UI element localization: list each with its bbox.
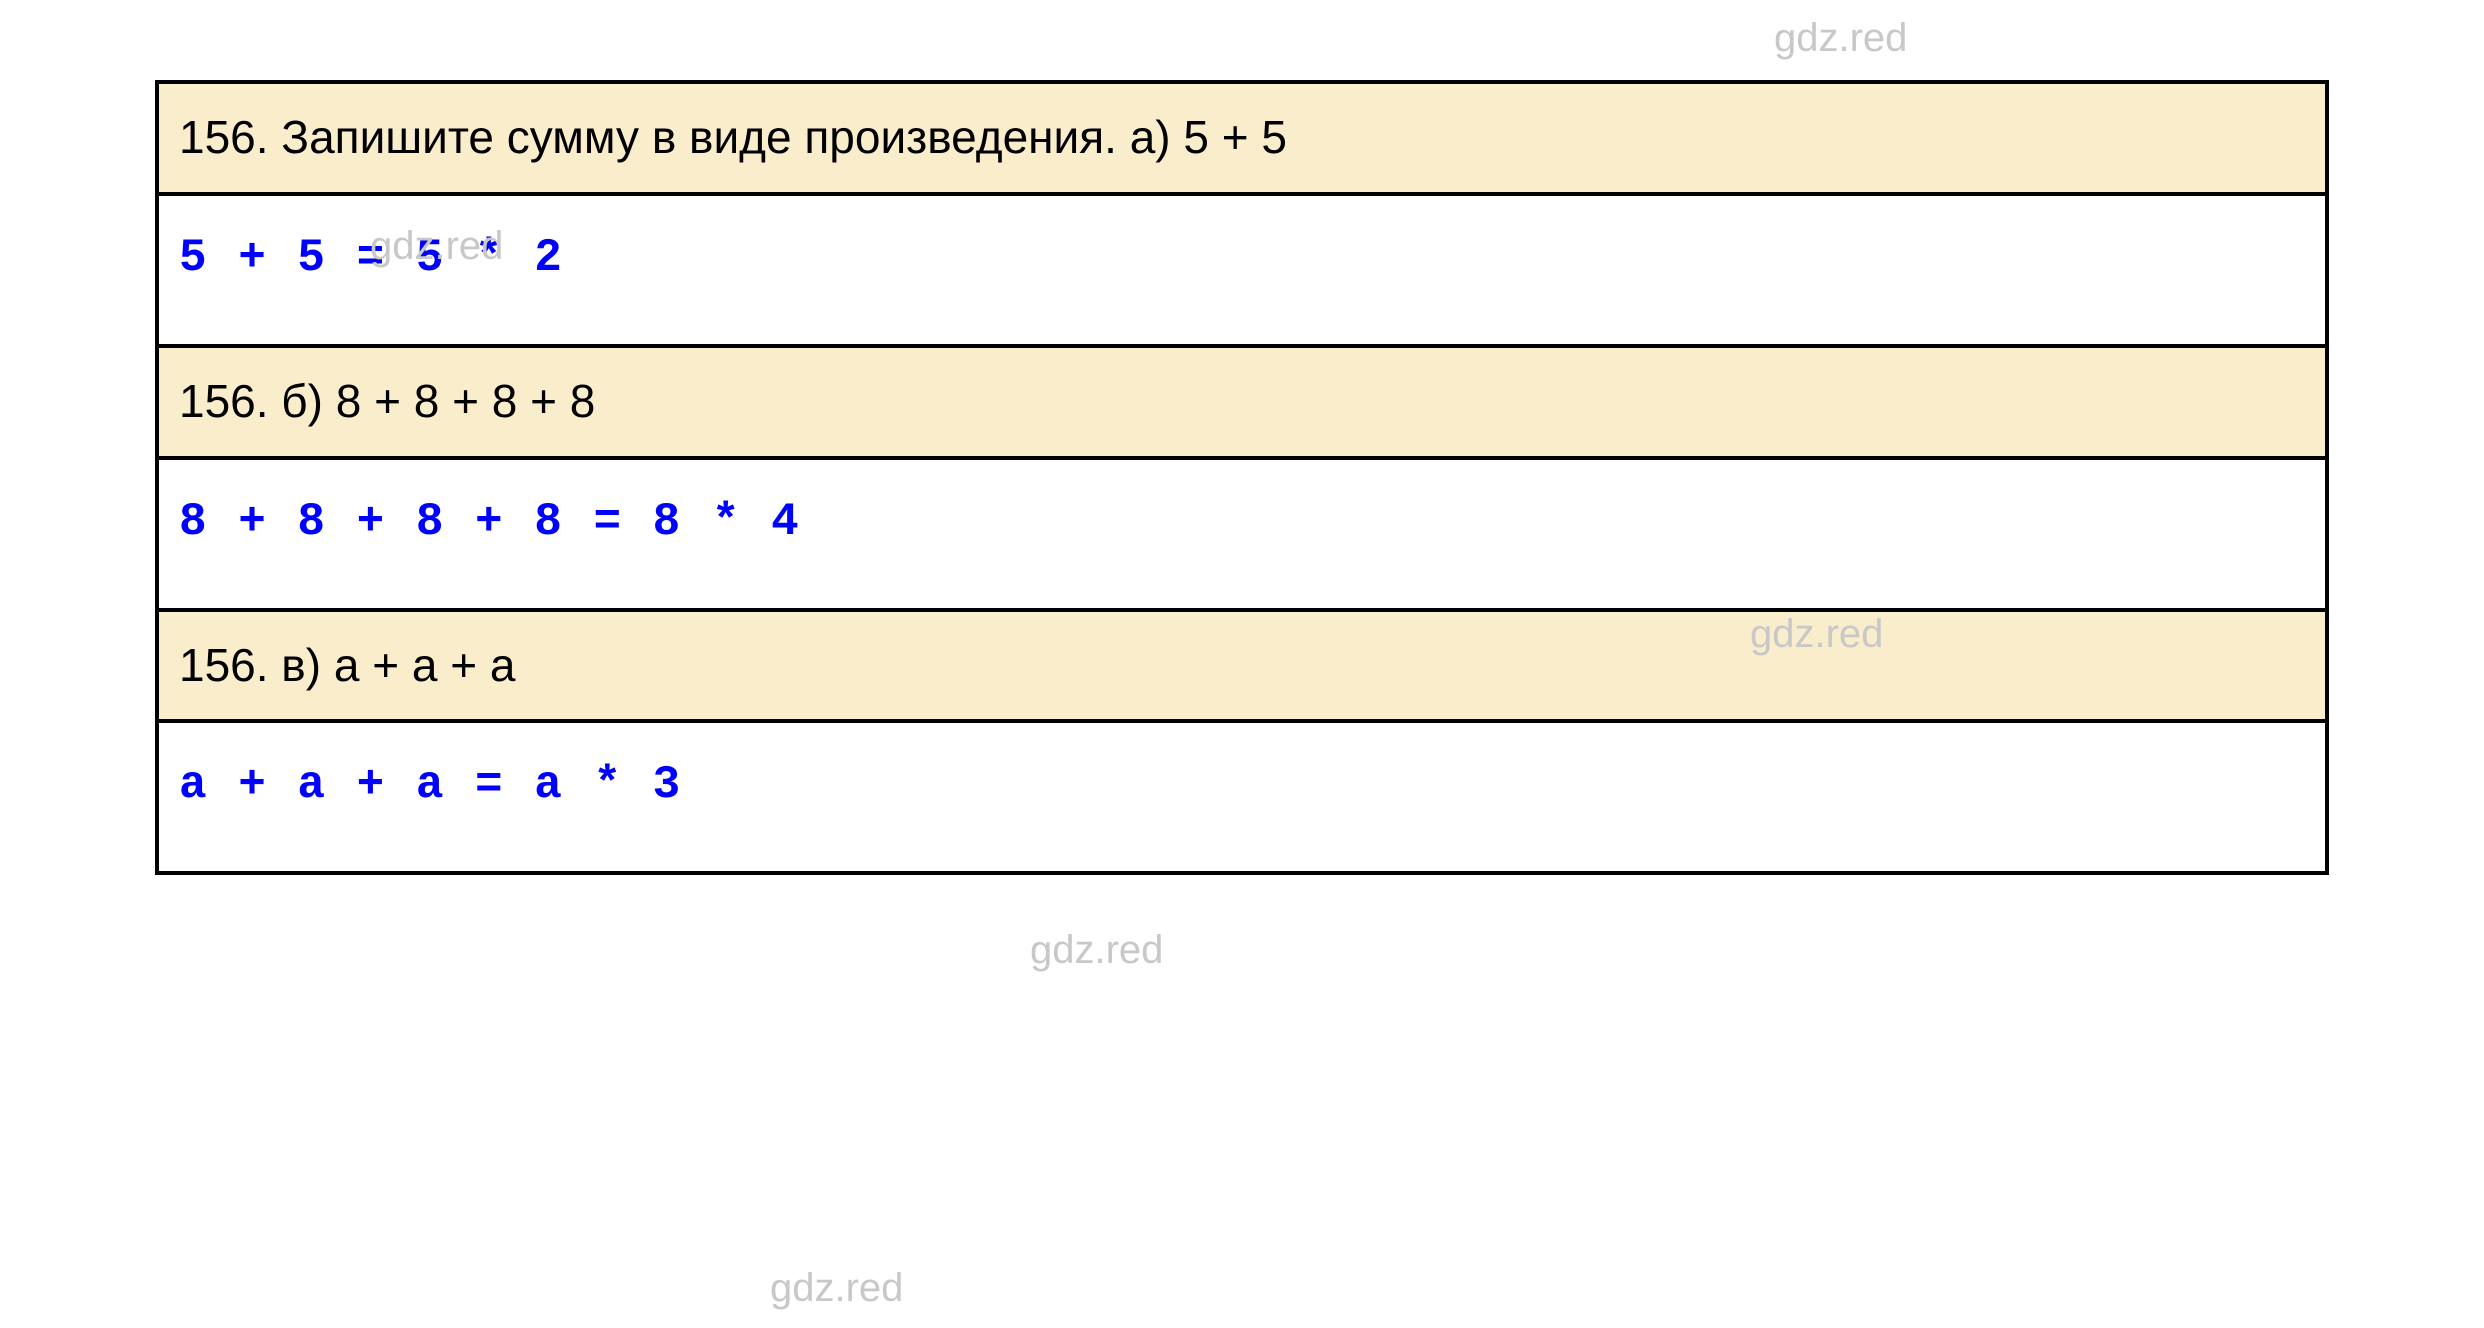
table-row: 8 + 8 + 8 + 8 = 8 * 4 xyxy=(159,460,2325,612)
watermark-text: gdz.red xyxy=(770,1266,903,1311)
answer-text: 5 + 5 = 5 * 2 xyxy=(179,232,2305,284)
watermark-text: gdz.red xyxy=(1030,928,1163,973)
question-text: 156. Запишите сумму в виде произведения.… xyxy=(179,108,2305,168)
question-text: 156. б) 8 + 8 + 8 + 8 xyxy=(179,372,2305,432)
table-row: а + а + а = а * 3 xyxy=(159,723,2325,871)
table-row: 156. в) а + а + а xyxy=(159,612,2325,724)
table-row: 5 + 5 = 5 * 2 xyxy=(159,196,2325,348)
answer-text: 8 + 8 + 8 + 8 = 8 * 4 xyxy=(179,496,2305,548)
table-row: 156. б) 8 + 8 + 8 + 8 xyxy=(159,348,2325,460)
answer-text: а + а + а = а * 3 xyxy=(179,759,2305,811)
watermark-text: gdz.red xyxy=(1774,16,1907,61)
table-row: 156. Запишите сумму в виде произведения.… xyxy=(159,84,2325,196)
question-text: 156. в) а + а + а xyxy=(179,636,2305,696)
exercise-table: 156. Запишите сумму в виде произведения.… xyxy=(155,80,2329,875)
